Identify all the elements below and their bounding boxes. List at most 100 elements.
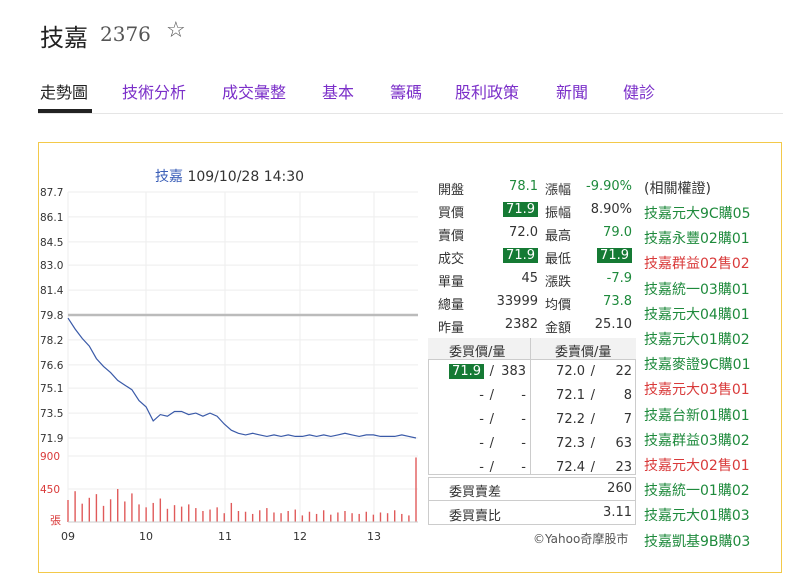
ask-sep-2-text: / [590, 412, 595, 427]
ask-vol-2-text: 7 [623, 412, 632, 427]
warrant-link-5[interactable]: 技嘉元大01購02 [644, 329, 750, 349]
left-value-4: 45 [476, 271, 538, 286]
bid-sep-4: / [484, 460, 494, 475]
star-outline-icon[interactable]: ☆ [166, 18, 186, 43]
right-value-4: -7.9 [570, 271, 632, 286]
y-tick-0: 87.7 [40, 187, 63, 199]
right-value-text-6: 25.10 [594, 317, 632, 332]
bid-sep-2: / [484, 412, 494, 427]
right-label-6: 金額 [545, 321, 572, 336]
ask-vol-0-text: 22 [615, 364, 632, 379]
tab-chips[interactable]: 籌碼 [390, 79, 422, 103]
tab-diagnosis[interactable]: 健診 [623, 79, 655, 103]
right-value-6: 25.10 [570, 317, 632, 332]
left-value-text-4: 45 [521, 271, 538, 286]
bid-sep-0: / [484, 364, 494, 379]
tab-dividend[interactable]: 股利政策 [455, 79, 519, 103]
ask-price-0: 72.0 [540, 364, 585, 379]
order-book-divider [530, 338, 531, 475]
right-label-0: 漲幅 [545, 183, 572, 198]
ask-sep-4-text: / [590, 460, 595, 475]
ask-price-2-text: 72.2 [556, 412, 585, 427]
tab-technical[interactable]: 技術分析 [122, 79, 186, 103]
left-value-text-6: 2382 [504, 317, 538, 332]
warrant-link-12[interactable]: 技嘉元大01購03 [644, 505, 750, 525]
left-value-1: 71.9 [476, 202, 538, 217]
right-label-4: 漲跌 [545, 275, 572, 290]
ask-sep-1: / [585, 388, 595, 403]
left-label-3: 成交 [438, 252, 465, 267]
bid-vol-0-text: 383 [501, 364, 526, 379]
x-tick-1: 10 [139, 530, 153, 543]
stock-code: 2376 [100, 22, 151, 46]
warrant-link-3[interactable]: 技嘉統一03購01 [644, 279, 750, 299]
tab-transactions[interactable]: 成交彙整 [222, 79, 286, 103]
left-label-0: 開盤 [438, 183, 465, 198]
warrant-link-4[interactable]: 技嘉元大04購01 [644, 304, 750, 324]
right-value-text-4: -7.9 [606, 271, 632, 286]
warrant-link-0[interactable]: 技嘉元大9C購05 [644, 203, 751, 223]
x-tick-2: 11 [218, 530, 232, 543]
warrant-link-7[interactable]: 技嘉元大03售01 [644, 379, 750, 399]
right-value-text-3: 71.9 [597, 248, 632, 263]
bid-vol-2: - [494, 412, 526, 427]
warrant-link-6[interactable]: 技嘉麥證9C購01 [644, 354, 751, 374]
y-tick-6: 78.2 [40, 335, 63, 347]
warrant-link-13[interactable]: 技嘉凱基9B購03 [644, 531, 750, 551]
left-label-5: 總量 [438, 298, 465, 313]
left-value-text-3: 71.9 [503, 248, 538, 263]
ask-vol-3: 63 [597, 436, 632, 451]
ask-price-4: 72.4 [540, 460, 585, 475]
bid-price-0-text: 71.9 [449, 364, 484, 379]
y-tick-10: 71.9 [40, 433, 63, 445]
y-tick-7: 76.6 [40, 360, 64, 372]
intraday-chart: 09 10 11 12 13 87.7 86.1 84.5 83.0 81.4 79.8 78.2 76… [40, 187, 418, 543]
bid-vol-0: 383 [494, 364, 526, 379]
warrant-link-9[interactable]: 技嘉群益03購02 [644, 430, 750, 450]
ask-vol-1: 8 [597, 388, 632, 403]
y-tick-4: 81.4 [40, 285, 64, 297]
bid-vol-1-text: - [521, 388, 526, 403]
right-label-5: 均價 [545, 298, 572, 313]
ask-sep-2: / [585, 412, 595, 427]
left-label-4: 單量 [438, 275, 465, 290]
tab-divider [38, 113, 783, 114]
y-tick-8: 75.1 [40, 383, 63, 395]
ask-price-2: 72.2 [540, 412, 585, 427]
vol-tick-1: 450 [40, 484, 60, 496]
ask-vol-2: 7 [597, 412, 632, 427]
order-summary-divider [428, 500, 636, 501]
x-tick-0: 09 [61, 530, 75, 543]
bid-price-4: - [440, 460, 484, 475]
left-value-text-0: 78.1 [509, 179, 538, 194]
stock-name: 技嘉 [40, 24, 88, 52]
tab-news[interactable]: 新聞 [556, 79, 588, 103]
right-value-3: 71.9 [570, 248, 632, 263]
y-tick-3: 83.0 [40, 260, 63, 272]
left-label-1: 買價 [438, 206, 465, 221]
ask-sep-0: / [585, 364, 595, 379]
ask-price-0-text: 72.0 [556, 364, 585, 379]
warrant-link-8[interactable]: 技嘉台新01購01 [644, 405, 750, 425]
x-tick-3: 12 [293, 530, 307, 543]
left-value-5: 33999 [476, 294, 538, 309]
left-label-2: 賣價 [438, 229, 465, 244]
ask-vol-3-text: 63 [615, 436, 632, 451]
y-tick-1: 86.1 [40, 212, 63, 224]
vol-unit-label: 張 [50, 514, 61, 527]
bid-sep-1: / [484, 388, 494, 403]
source-credit: ©Yahoo奇摩股市 [533, 532, 629, 546]
right-value-1: 8.90% [570, 202, 632, 217]
ask-sep-3-text: / [590, 436, 595, 451]
tab-basic[interactable]: 基本 [322, 79, 354, 103]
warrant-link-1[interactable]: 技嘉永豐02購01 [644, 228, 750, 248]
tab-trend[interactable]: 走勢圖 [40, 79, 88, 103]
left-label-6: 昨量 [438, 321, 465, 336]
warrant-link-11[interactable]: 技嘉統一01購02 [644, 480, 750, 500]
ask-price-1: 72.1 [540, 388, 585, 403]
ask-vol-1-text: 8 [623, 388, 632, 403]
ask-price-1-text: 72.1 [556, 388, 585, 403]
warrant-link-10[interactable]: 技嘉元大02售01 [644, 455, 750, 475]
bid-header: 委買價/量 [449, 345, 506, 360]
warrant-link-2[interactable]: 技嘉群益02售02 [644, 253, 750, 273]
